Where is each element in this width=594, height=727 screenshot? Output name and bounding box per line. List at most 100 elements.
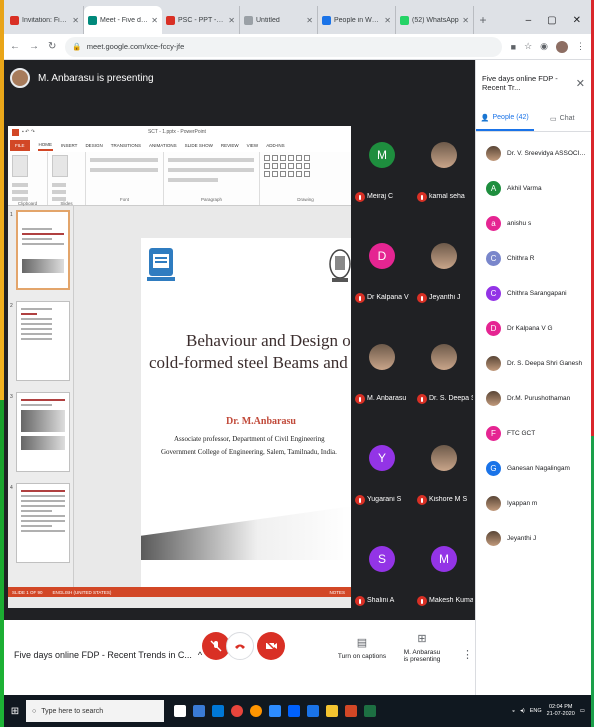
- close-tab-icon[interactable]: ✕: [384, 16, 391, 25]
- participant-tile[interactable]: Jeyanthi J: [413, 215, 475, 316]
- close-window-icon[interactable]: ✕: [573, 15, 581, 26]
- volume-icon[interactable]: ◂): [520, 708, 525, 714]
- group-label: Drawing: [297, 197, 314, 202]
- mic-taskbar-icon[interactable]: [174, 705, 186, 717]
- edge-icon[interactable]: [212, 705, 224, 717]
- browser-tab[interactable]: PSC - PPT - sreevidyaasokri✕: [162, 6, 240, 34]
- notes-button: NOTES: [329, 589, 345, 595]
- participant-row[interactable]: F FTC GCT: [476, 416, 591, 451]
- participant-avatar: Y: [369, 445, 395, 471]
- camera-icon[interactable]: ■: [511, 42, 516, 52]
- participant-tile[interactable]: M Meiraj C: [351, 114, 413, 215]
- browser-tab[interactable]: Untitled ✕: [240, 6, 318, 34]
- participant-row[interactable]: Dr.M. Purushothaman: [476, 381, 591, 416]
- language-indicator[interactable]: ENG: [530, 708, 542, 714]
- close-tab-icon[interactable]: ✕: [306, 16, 313, 25]
- participant-tile[interactable]: D Dr Kalpana V G: [351, 215, 413, 316]
- ppt-tab: DESIGN: [85, 142, 103, 148]
- ppt-tab: INSERT: [61, 142, 78, 148]
- participant-tile[interactable]: Dr. S. Deepa Shri...: [413, 316, 475, 417]
- clock[interactable]: 02:04 PM 21-07-2020: [547, 704, 575, 718]
- forward-icon[interactable]: →: [29, 41, 39, 52]
- muted-mic-icon: [355, 192, 365, 202]
- browser-tab[interactable]: Invitation: Five days online F✕: [6, 6, 84, 34]
- people-icon: 👤: [480, 114, 490, 122]
- firefox-icon[interactable]: [250, 705, 262, 717]
- ribbon-group-paragraph: Paragraph: [164, 152, 260, 205]
- participant-row[interactable]: A Akhil Varma: [476, 171, 591, 206]
- maximize-icon[interactable]: ▢: [547, 15, 556, 26]
- muted-mic-icon: [417, 394, 427, 404]
- camera-off-button[interactable]: [257, 632, 285, 660]
- browser-tab[interactable]: People in WCW-IITCEMM-C✕: [318, 6, 396, 34]
- messenger-icon[interactable]: [269, 705, 281, 717]
- slide-thumbnail: [16, 301, 70, 381]
- participant-tile[interactable]: M Makesh Kumar: [413, 518, 475, 619]
- captions-button[interactable]: ▤ Turn on captions: [332, 636, 392, 660]
- browser-menu-icon[interactable]: ⋮: [576, 41, 585, 52]
- participant-tile[interactable]: kamal seha: [413, 114, 475, 215]
- pinned-apps: [174, 705, 376, 717]
- back-icon[interactable]: ←: [10, 41, 20, 52]
- profile-avatar[interactable]: [556, 40, 568, 53]
- chrome-icon[interactable]: [231, 705, 243, 717]
- new-tab-button[interactable]: +: [474, 6, 492, 34]
- participant-tile[interactable]: M. Anbarasu: [351, 316, 413, 417]
- close-panel-icon[interactable]: ✕: [576, 77, 585, 90]
- participant-row[interactable]: G Ganesan Nagalingam: [476, 451, 591, 486]
- minimize-icon[interactable]: –: [526, 15, 532, 26]
- camera-off-icon: [265, 640, 277, 652]
- participant-name: Dr. V. Sreevidya ASSOCIATE PR...: [507, 150, 589, 157]
- close-tab-icon[interactable]: ✕: [72, 16, 79, 25]
- captions-label: Turn on captions: [337, 653, 387, 660]
- ribbon-group-drawing: Drawing: [260, 152, 351, 205]
- participant-row[interactable]: Jeyanthi J: [476, 521, 591, 556]
- browser-tab[interactable]: (52) WhatsApp ✕: [396, 6, 474, 34]
- leave-call-button[interactable]: [226, 632, 254, 660]
- excel-icon[interactable]: [364, 705, 376, 717]
- participant-row[interactable]: D Dr Kalpana V G: [476, 311, 591, 346]
- participant-row[interactable]: Dr. S. Deepa Shri Ganesh: [476, 346, 591, 381]
- participant-row[interactable]: C Chithra Sarangapani: [476, 276, 591, 311]
- close-tab-icon[interactable]: ✕: [151, 16, 158, 25]
- participant-row[interactable]: Dr. V. Sreevidya ASSOCIATE PR...: [476, 136, 591, 171]
- chevron-up-icon: ^: [197, 650, 203, 660]
- group-label: Font: [119, 197, 129, 202]
- powerpoint-icon[interactable]: [345, 705, 357, 717]
- participant-row[interactable]: a anishu s: [476, 206, 591, 241]
- reload-icon[interactable]: ↻: [48, 41, 56, 52]
- task-view-icon[interactable]: [193, 705, 205, 717]
- meet-control-bar: Five days online FDP - Recent Trends in …: [4, 620, 475, 695]
- windows-start-icon[interactable]: ⊞: [4, 695, 26, 727]
- store-icon[interactable]: [307, 705, 319, 717]
- muted-mic-icon: [355, 394, 365, 404]
- url-text: meet.google.com/xce-fccy-jfe: [86, 42, 185, 51]
- more-options-icon[interactable]: ⋮: [462, 648, 473, 661]
- participant-tile[interactable]: Kishore M S: [413, 417, 475, 518]
- address-bar[interactable]: 🔒 meet.google.com/xce-fccy-jfe: [65, 36, 502, 57]
- network-icon[interactable]: ◒: [512, 708, 515, 714]
- close-tab-icon[interactable]: ✕: [462, 16, 469, 25]
- star-icon[interactable]: ☆: [524, 41, 532, 52]
- tab-people[interactable]: 👤 People (42): [476, 106, 534, 131]
- extension-icon[interactable]: ◉: [540, 41, 548, 52]
- slide-thumbnails: 1 2 3 4: [8, 206, 74, 597]
- system-tray: ◒ ◂) ENG 02:04 PM 21-07-2020 ▭: [512, 704, 591, 718]
- participant-avatar: C: [486, 286, 501, 301]
- file-explorer-icon[interactable]: [326, 705, 338, 717]
- browser-tab[interactable]: Meet - Five days online F✕: [84, 6, 162, 34]
- taskbar-search[interactable]: ○ Type here to search: [26, 700, 164, 722]
- participant-row[interactable]: Iyappan m: [476, 486, 591, 521]
- notifications-icon[interactable]: ▭: [580, 708, 585, 714]
- participant-row[interactable]: C Chithra R: [476, 241, 591, 276]
- meeting-details[interactable]: Five days online FDP - Recent Trends in …: [14, 650, 202, 660]
- participant-tile[interactable]: S Shalini A: [351, 518, 413, 619]
- close-tab-icon[interactable]: ✕: [228, 16, 235, 25]
- tab-chat[interactable]: ▭ Chat: [534, 106, 592, 131]
- participant-tile[interactable]: Y Yugarani S: [351, 417, 413, 518]
- dropbox-icon[interactable]: [288, 705, 300, 717]
- participant-name: Dr. S. Deepa Shri...: [429, 395, 473, 402]
- tab-title: Untitled: [256, 16, 280, 24]
- presenting-button[interactable]: ⊞ M. Anbarasu is presenting: [392, 632, 452, 663]
- participant-avatar: D: [369, 243, 395, 269]
